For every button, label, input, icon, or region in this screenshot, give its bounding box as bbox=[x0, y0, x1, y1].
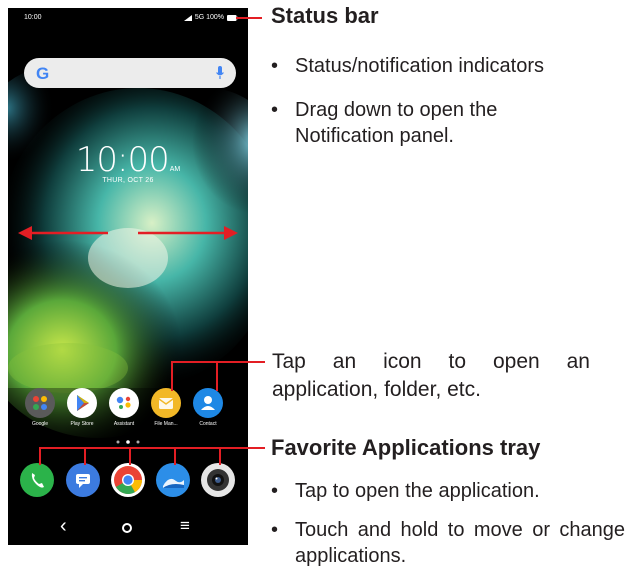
assistant-icon bbox=[109, 388, 139, 418]
swipe-right-arrow-icon bbox=[138, 226, 238, 240]
tray-messages-app[interactable] bbox=[66, 463, 100, 497]
back-button[interactable]: ‹ bbox=[60, 515, 67, 538]
bullet-dot: • bbox=[271, 519, 279, 541]
phone-status-bar[interactable]: 10:00 5G 100% bbox=[8, 8, 248, 26]
bullet-text: Touch and hold to move or change applica… bbox=[295, 519, 625, 567]
bullet-dot: • bbox=[271, 55, 279, 77]
app-label: Assistant bbox=[113, 421, 135, 427]
tray-callout-tick-5 bbox=[219, 447, 221, 465]
phone-icon bbox=[31, 473, 44, 488]
tray-gallery-app[interactable] bbox=[156, 463, 190, 497]
app-play-store[interactable]: Play Store bbox=[62, 388, 102, 427]
status-bar-title: Status bar bbox=[271, 3, 379, 28]
signal-icon bbox=[183, 14, 192, 21]
status-bar-callout-line bbox=[236, 17, 262, 19]
status-network-battery: 5G 100% bbox=[194, 14, 224, 21]
page-indicator bbox=[116, 440, 140, 444]
tray-callout-tick-4 bbox=[174, 447, 176, 465]
app-contact[interactable]: Contact bbox=[188, 388, 228, 427]
app-label: Contact bbox=[199, 421, 217, 427]
tray-phone-app[interactable] bbox=[20, 463, 54, 497]
contact-icon bbox=[193, 388, 223, 418]
bullet-text: Status/notification indicators bbox=[295, 55, 545, 77]
swipe-arrows bbox=[18, 226, 238, 240]
clock-time: 10:00 bbox=[75, 140, 170, 180]
status-bullet-2: • Drag down to open the Notification pan… bbox=[271, 97, 611, 153]
app-icon-callout-tick-1 bbox=[171, 361, 173, 391]
google-search-bar[interactable]: G bbox=[24, 58, 236, 88]
app-assistant[interactable]: Assistant bbox=[104, 388, 144, 427]
tray-callout-line bbox=[39, 447, 265, 449]
app-google-folder[interactable]: Google bbox=[20, 388, 60, 427]
status-time: 10:00 bbox=[24, 14, 42, 21]
tray-callout-tick-1 bbox=[39, 447, 41, 465]
bullet-dot: • bbox=[271, 99, 279, 121]
favorite-tray-title: Favorite Applications tray bbox=[271, 435, 541, 460]
google-logo-icon: G bbox=[36, 64, 50, 83]
camera-icon bbox=[207, 469, 229, 491]
tray-callout-tick-3 bbox=[129, 447, 131, 465]
app-icon-callout-line bbox=[171, 361, 265, 363]
app-label: File Man... bbox=[154, 421, 178, 427]
tray-bullet-1: • Tap to open the application. bbox=[271, 478, 626, 504]
app-label: Google bbox=[31, 421, 49, 427]
app-icon-callout-tick-2 bbox=[216, 361, 218, 391]
chrome-icon bbox=[114, 466, 142, 494]
tray-chrome-app[interactable] bbox=[111, 463, 145, 497]
recents-menu-button[interactable]: ≡ bbox=[180, 516, 190, 536]
bullet-dot: • bbox=[271, 480, 279, 502]
messages-icon bbox=[76, 474, 90, 488]
gallery-icon bbox=[163, 478, 184, 488]
tray-bullet-2: • Touch and hold to move or change appli… bbox=[271, 517, 629, 573]
tray-callout-tick-2 bbox=[84, 447, 86, 465]
home-button[interactable] bbox=[122, 523, 132, 533]
phone-screenshot: 10:00 5G 100% G 10:00AM THUR, OCT 26 Goo… bbox=[8, 8, 248, 545]
swipe-left-arrow-icon bbox=[18, 226, 108, 240]
file-manager-icon bbox=[151, 388, 181, 418]
tray-camera-app[interactable] bbox=[201, 463, 235, 497]
bullet-text: Drag down to open the Notification panel… bbox=[295, 99, 498, 147]
microphone-icon[interactable] bbox=[216, 66, 224, 80]
google-folder-icon bbox=[25, 388, 55, 418]
app-file-manager[interactable]: File Man... bbox=[146, 388, 186, 427]
navigation-bar: ‹ ≡ bbox=[8, 513, 248, 545]
tap-icon-text: Tap an icon to open an application, fold… bbox=[272, 350, 590, 401]
status-indicators: 5G 100% bbox=[183, 14, 238, 21]
status-bullet-1: • Status/notification indicators bbox=[271, 53, 626, 79]
app-label: Play Store bbox=[70, 421, 94, 427]
clock-date: THUR, OCT 26 bbox=[102, 177, 154, 184]
bullet-text: Tap to open the application. bbox=[295, 480, 540, 502]
play-store-icon bbox=[67, 388, 97, 418]
home-clock-widget[interactable]: 10:00AM THUR, OCT 26 bbox=[8, 140, 248, 184]
clock-ampm: AM bbox=[169, 166, 181, 173]
